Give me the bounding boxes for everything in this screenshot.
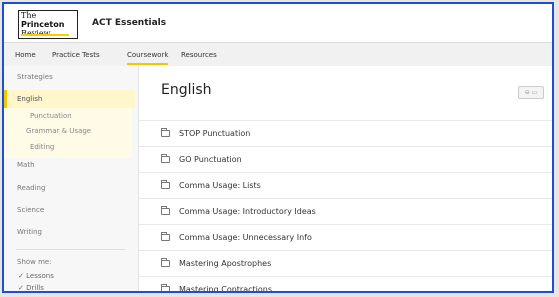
list-item-label: Mastering Apostrophes	[179, 259, 272, 268]
nav-coursework[interactable]: Coursework	[127, 51, 169, 65]
list-item-label: STOP Punctuation	[179, 129, 251, 138]
folder-icon	[161, 154, 170, 163]
sidebar-item-math[interactable]: Math	[17, 161, 35, 169]
checkmark-icon: ✓	[18, 272, 24, 280]
view-toggle[interactable]: ⊖ ▭	[518, 86, 544, 99]
folder-icon	[161, 258, 170, 267]
main-content: English ⊖ ▭ STOP Punctuation GO Punctuat…	[139, 66, 552, 293]
filter-lessons-label: Lessons	[26, 272, 54, 280]
checkmark-icon: ✓	[18, 284, 24, 292]
list-item[interactable]: Comma Usage: Introductory Ideas	[139, 198, 552, 224]
sidebar-item-science[interactable]: Science	[17, 206, 44, 214]
folder-icon	[161, 232, 170, 241]
app-window: The Princeton Review ACT Essentials Home…	[2, 2, 554, 293]
folder-icon	[161, 284, 170, 291]
list-item[interactable]: Comma Usage: Lists	[139, 172, 552, 198]
list-item[interactable]: Mastering Contractions	[139, 276, 552, 293]
folder-icon	[161, 128, 170, 137]
header: The Princeton Review ACT Essentials	[4, 4, 552, 42]
list-item-label: Comma Usage: Introductory Ideas	[179, 207, 316, 216]
view-icon[interactable]: ⊖ ▭	[525, 89, 538, 96]
sidebar: Strategies English Punctuation Grammar &…	[4, 66, 139, 292]
filter-lessons[interactable]: ✓ Lessons	[18, 272, 54, 280]
list-item-label: GO Punctuation	[179, 155, 242, 164]
sidebar-heading-strategies[interactable]: Strategies	[17, 73, 53, 81]
list-item[interactable]: Mastering Apostrophes	[139, 250, 552, 276]
sidebar-item-reading[interactable]: Reading	[17, 184, 45, 192]
filter-drills-label: Drills	[26, 284, 44, 292]
list-item-label: Comma Usage: Unnecessary Info	[179, 233, 312, 242]
list-item[interactable]: STOP Punctuation	[139, 120, 552, 146]
list-item[interactable]: Comma Usage: Unnecessary Info	[139, 224, 552, 250]
list-item-label: Mastering Contractions	[179, 285, 273, 293]
sidebar-divider	[16, 249, 126, 250]
nav-resources[interactable]: Resources	[181, 51, 217, 59]
nav-home[interactable]: Home	[15, 51, 36, 59]
main-nav: Home Practice Tests Coursework Resources	[4, 42, 552, 68]
sidebar-subitem-grammar-usage[interactable]: Grammar & Usage	[26, 127, 91, 135]
app-title: ACT Essentials	[92, 18, 167, 28]
show-me-label: Show me:	[17, 258, 52, 266]
filter-drills[interactable]: ✓ Drills	[18, 284, 44, 292]
sidebar-subitem-punctuation[interactable]: Punctuation	[30, 112, 72, 120]
list-item[interactable]: GO Punctuation	[139, 146, 552, 172]
sidebar-item-writing[interactable]: Writing	[17, 228, 42, 236]
logo-underline	[21, 34, 69, 36]
course-list: STOP Punctuation GO Punctuation Comma Us…	[139, 120, 552, 293]
folder-icon	[161, 206, 170, 215]
list-item-label: Comma Usage: Lists	[179, 181, 261, 190]
nav-practice-tests[interactable]: Practice Tests	[52, 51, 100, 59]
logo-line-1: The	[21, 11, 37, 20]
logo-line-2: Princeton	[21, 20, 65, 29]
folder-icon	[161, 180, 170, 189]
sidebar-item-english[interactable]: English	[17, 95, 42, 103]
sidebar-subitem-editing[interactable]: Editing	[30, 143, 54, 151]
princeton-review-logo[interactable]: The Princeton Review	[18, 10, 78, 39]
page-title: English	[161, 82, 212, 98]
